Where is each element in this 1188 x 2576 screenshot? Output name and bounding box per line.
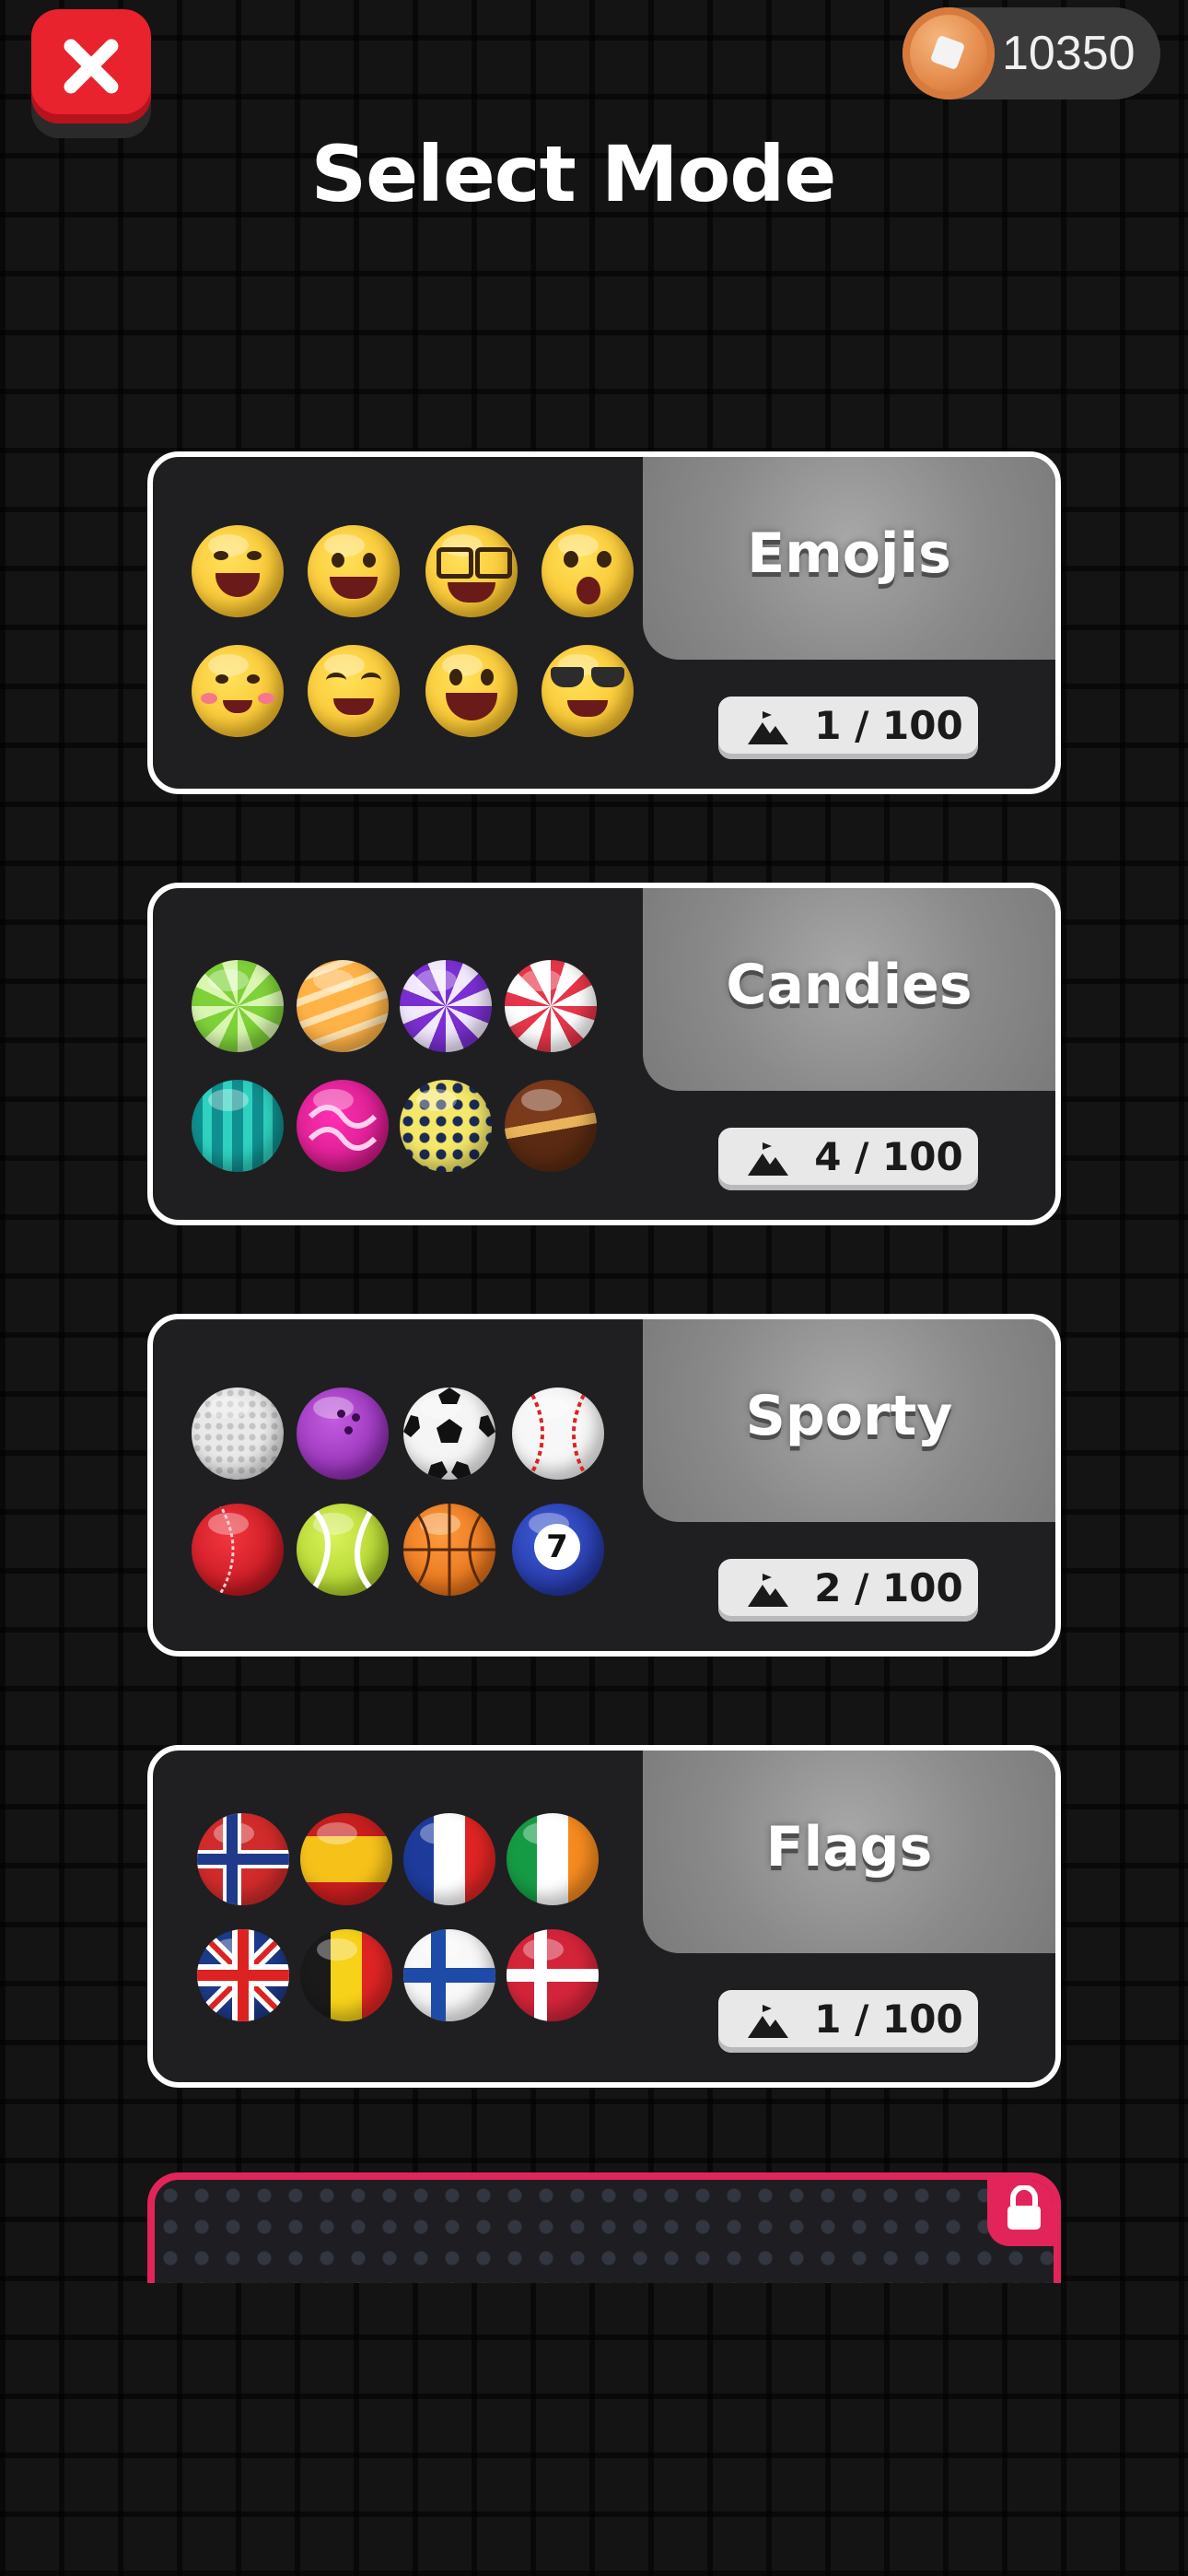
purple-swirl-candy-icon [400, 960, 492, 1052]
level-progress-badge: 1 / 100 [718, 697, 978, 759]
level-progress-badge: 1 / 100 [718, 1990, 978, 2053]
mode-name-panel: Sporty [643, 1319, 1055, 1522]
golf-ball-icon [192, 1388, 284, 1480]
grinning-face-icon [308, 525, 400, 617]
mode-name: Flags [765, 1815, 933, 1879]
belgium-flag-icon [300, 1929, 392, 2021]
mode-card-sporty[interactable]: 7 Sporty 2 / 100 [147, 1314, 1061, 1657]
pink-wavy-candy-icon [297, 1080, 389, 1172]
basketball-icon [403, 1504, 495, 1596]
grinning-open-face-icon [425, 645, 518, 737]
mode-name-panel: Flags [643, 1751, 1055, 1953]
tennis-ball-icon [297, 1504, 389, 1596]
norway-flag-icon [197, 1813, 289, 1905]
finland-flag-icon [403, 1929, 495, 2021]
uk-flag-icon [197, 1929, 289, 2021]
level-progress-badge: 2 / 100 [718, 1559, 978, 1622]
mountain-flag-icon [748, 711, 788, 744]
page-title: Select Mode [310, 129, 837, 219]
locked-overlay [155, 2180, 1054, 2283]
mountain-flag-icon [748, 2005, 788, 2038]
yellow-dotted-candy-icon [400, 1080, 492, 1172]
close-button[interactable] [31, 9, 151, 123]
cricket-ball-icon [192, 1504, 284, 1596]
smiling-eyes-face-icon [308, 645, 400, 737]
lock-badge [987, 2180, 1054, 2246]
spain-flag-icon [300, 1813, 392, 1905]
mode-name: Candies [726, 953, 973, 1017]
chocolate-candy-icon [505, 1080, 597, 1172]
ireland-flag-icon [507, 1813, 599, 1905]
denmark-flag-icon [507, 1929, 599, 2021]
sunglasses-face-icon [542, 645, 634, 737]
level-progress-badge: 4 / 100 [718, 1128, 978, 1190]
teal-striped-candy-icon [192, 1080, 284, 1172]
progress-text: 1 / 100 [814, 1996, 963, 2042]
baseball-icon [512, 1388, 604, 1480]
coin-count: 10350 [1002, 27, 1136, 80]
blushing-face-icon [192, 645, 284, 737]
coin-icon [903, 7, 995, 100]
mode-card-locked[interactable] [147, 2172, 1061, 2283]
mountain-flag-icon [748, 1142, 788, 1176]
progress-text: 1 / 100 [814, 703, 963, 748]
mode-name-panel: Candies [643, 888, 1055, 1091]
coin-balance: 10350 [903, 7, 1160, 100]
laughing-face-icon [192, 525, 284, 617]
lock-icon [1007, 2185, 1041, 2230]
billiard-ball-7-icon: 7 [512, 1504, 604, 1596]
progress-text: 2 / 100 [814, 1565, 963, 1610]
surprised-face-icon [542, 525, 634, 617]
mode-card-emojis[interactable]: Emojis 1 / 100 [147, 451, 1061, 794]
mode-name: Sporty [745, 1384, 953, 1448]
france-flag-icon [403, 1813, 495, 1905]
mode-card-candies[interactable]: Candies 4 / 100 [147, 883, 1061, 1225]
orange-striped-candy-icon [297, 960, 389, 1052]
bowling-ball-icon [297, 1388, 389, 1480]
soccer-ball-icon [403, 1388, 495, 1480]
nerd-glasses-face-icon [425, 525, 518, 617]
mountain-flag-icon [748, 1574, 788, 1607]
progress-text: 4 / 100 [814, 1134, 963, 1179]
mode-name-panel: Emojis [643, 457, 1055, 660]
green-swirl-candy-icon [192, 960, 284, 1052]
peppermint-candy-icon [505, 960, 597, 1052]
mode-card-flags[interactable]: Flags 1 / 100 [147, 1745, 1061, 2088]
close-icon [64, 39, 119, 94]
mode-name: Emojis [747, 521, 951, 586]
